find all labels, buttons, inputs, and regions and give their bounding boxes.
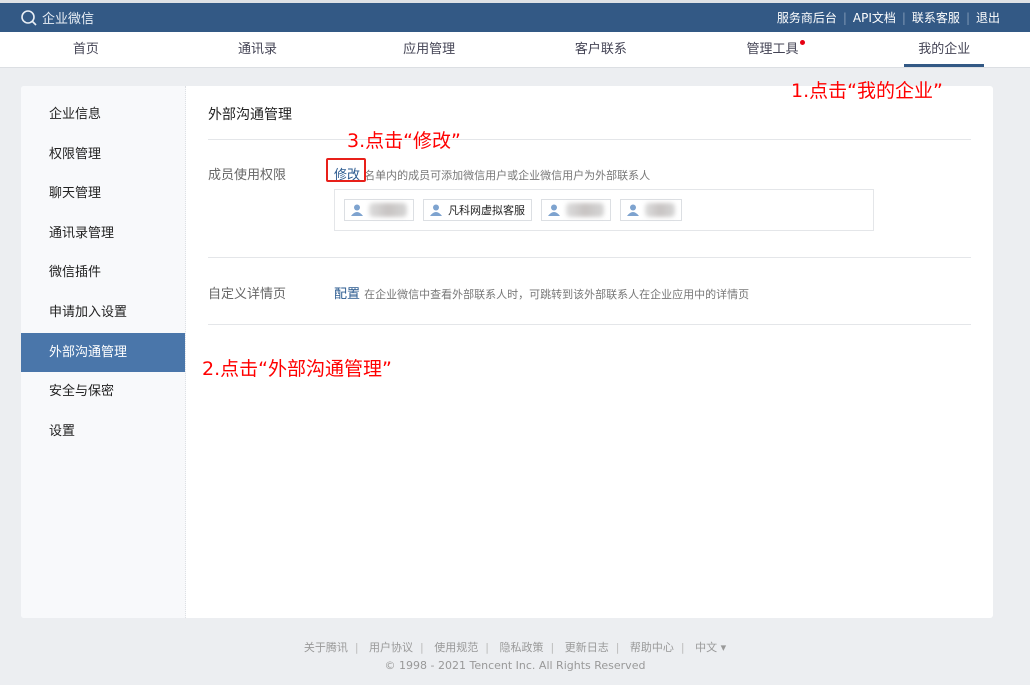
sidebar-item-join-settings[interactable]: 申请加入设置	[21, 293, 185, 333]
custom-detail-row: 自定义详情页 配置 在企业微信中查看外部联系人时，可跳转到该外部联系人在企业应用…	[208, 258, 971, 325]
footer-link-privacy[interactable]: 隐私政策	[499, 641, 543, 654]
content-card: 企业信息 权限管理 聊天管理 通讯录管理 微信插件 申请加入设置 外部沟通管理 …	[21, 86, 993, 618]
person-icon	[351, 204, 363, 216]
language-select[interactable]: 中文 ▾	[695, 641, 726, 654]
member-chip[interactable]	[620, 199, 682, 221]
member-permission-desc: 名单内的成员可添加微信用户或企业微信用户为外部联系人	[364, 169, 651, 182]
member-chip[interactable]	[344, 199, 414, 221]
footer: 关于腾讯 | 用户协议 | 使用规范 | 隐私政策 | 更新日志 | 帮助中心 | 中文 ▾…	[0, 639, 1030, 672]
member-permission-row: 成员使用权限 修改 名单内的成员可添加微信用户或企业微信用户为外部联系人 凡科网…	[208, 140, 971, 258]
tab-app-management[interactable]: 应用管理	[343, 32, 515, 67]
link-api-docs[interactable]: API文档	[853, 9, 896, 26]
blurred-name	[645, 203, 675, 217]
sidebar-item-contacts-management[interactable]: 通讯录管理	[21, 214, 185, 254]
member-name: 凡科网虚拟客服	[448, 204, 525, 217]
tab-contacts[interactable]: 通讯录	[172, 32, 344, 67]
custom-detail-desc: 在企业微信中查看外部联系人时，可跳转到该外部联系人在企业应用中的详情页	[364, 288, 750, 301]
sidebar-item-permissions[interactable]: 权限管理	[21, 135, 185, 175]
tab-customer-contact[interactable]: 客户联系	[515, 32, 687, 67]
notification-dot	[799, 40, 805, 45]
annotation-step3: 3.点击“修改”	[347, 130, 461, 152]
person-icon	[627, 204, 639, 216]
main-nav: 首页 通讯录 应用管理 客户联系 管理工具 我的企业	[0, 32, 1030, 68]
sidebar-item-chat-management[interactable]: 聊天管理	[21, 174, 185, 214]
sidebar-item-external-communication[interactable]: 外部沟通管理	[21, 332, 185, 373]
member-chip[interactable]: 凡科网虚拟客服	[423, 199, 532, 221]
custom-detail-label: 自定义详情页	[208, 287, 287, 302]
sidebar: 企业信息 权限管理 聊天管理 通讯录管理 微信插件 申请加入设置 外部沟通管理 …	[21, 86, 186, 618]
footer-link-changelog[interactable]: 更新日志	[565, 641, 609, 654]
member-list: 凡科网虚拟客服	[334, 189, 874, 231]
footer-link-rules[interactable]: 使用规范	[434, 641, 478, 654]
footer-link-about[interactable]: 关于腾讯	[304, 641, 348, 654]
chat-bubble-icon	[21, 9, 37, 26]
link-contact-support[interactable]: 联系客服	[912, 9, 960, 26]
person-icon	[430, 204, 442, 216]
link-logout[interactable]: 退出	[976, 9, 1000, 26]
tab-management-tools[interactable]: 管理工具	[687, 32, 859, 67]
top-bar: 企业微信 服务商后台 | API文档 | 联系客服 | 退出	[0, 3, 1030, 32]
tab-home[interactable]: 首页	[0, 32, 172, 67]
member-permission-label: 成员使用权限	[208, 168, 287, 183]
top-links: 服务商后台 | API文档 | 联系客服 | 退出	[776, 9, 1000, 26]
annotation-step2: 2.点击“外部沟通管理”	[202, 358, 392, 380]
sidebar-item-settings[interactable]: 设置	[21, 412, 185, 452]
copyright: © 1998 - 2021 Tencent Inc. All Rights Re…	[384, 659, 646, 672]
blurred-name	[566, 203, 604, 217]
person-icon	[548, 204, 560, 216]
highlight-box	[326, 158, 366, 182]
link-service-backend[interactable]: 服务商后台	[777, 9, 837, 26]
sidebar-item-security[interactable]: 安全与保密	[21, 372, 185, 412]
sidebar-item-wechat-plugin[interactable]: 微信插件	[21, 253, 185, 293]
sidebar-item-company-info[interactable]: 企业信息	[21, 95, 185, 135]
configure-link[interactable]: 配置	[334, 287, 360, 302]
blurred-name	[369, 203, 407, 217]
logo[interactable]: 企业微信	[20, 8, 94, 27]
tab-my-company[interactable]: 我的企业	[858, 32, 1030, 67]
footer-link-help[interactable]: 帮助中心	[630, 641, 674, 654]
footer-link-terms[interactable]: 用户协议	[369, 641, 413, 654]
app-name: 企业微信	[42, 12, 95, 27]
main-panel: 外部沟通管理 成员使用权限 修改 名单内的成员可添加微信用户或企业微信用户为外部…	[186, 86, 993, 618]
member-chip[interactable]	[541, 199, 611, 221]
annotation-step1: 1.点击“我的企业”	[791, 80, 943, 102]
